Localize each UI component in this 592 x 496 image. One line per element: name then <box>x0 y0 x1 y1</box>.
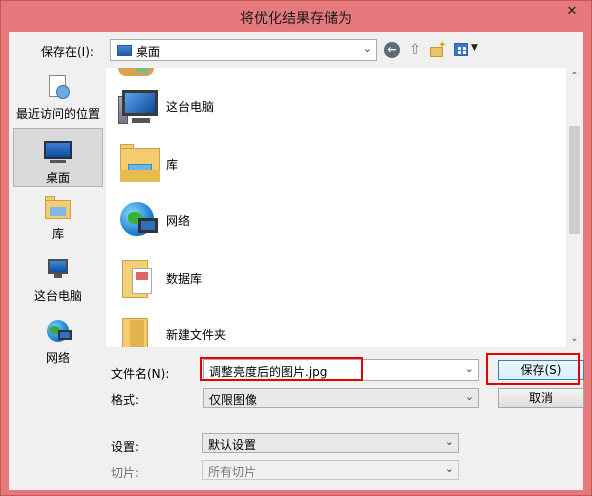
caret-down-icon: ▼ <box>471 43 478 53</box>
libraries-icon <box>116 144 164 188</box>
desktop-icon <box>42 138 74 166</box>
places-bar: 最近访问的位置 桌面 库 这台电脑 网络 <box>13 68 103 365</box>
desktop-icon <box>117 45 132 56</box>
this-pc-icon <box>116 86 164 130</box>
view-menu-icon[interactable]: ▼ <box>454 42 480 58</box>
place-label: 网络 <box>45 351 70 365</box>
list-item-name: 数据库 <box>166 272 203 286</box>
place-desktop[interactable]: 桌面 <box>13 128 103 187</box>
chevron-down-icon: ⌄ <box>444 462 454 475</box>
slices-value: 所有切片 <box>208 465 257 479</box>
chevron-down-icon: ⌄ <box>464 390 474 403</box>
place-label: 最近访问的位置 <box>15 107 100 121</box>
back-icon[interactable]: ← <box>384 42 400 58</box>
slices-dropdown: 所有切片 ⌄ <box>202 460 459 480</box>
new-folder-icon[interactable]: ✦ <box>429 40 447 58</box>
scrollbar-thumb[interactable] <box>569 126 580 234</box>
list-item[interactable]: 这台电脑 <box>106 80 546 134</box>
recent-locations-icon <box>42 74 74 102</box>
dialog-client-area: 保存在(I): 桌面 ⌄ ← ⇧ ✦ ▼ 最近访问的位置 桌面 库 这台电脑 网… <box>9 32 584 490</box>
folder-icon <box>116 258 164 302</box>
chevron-down-icon[interactable]: ⌄ <box>465 362 474 375</box>
place-label: 这台电脑 <box>33 289 82 303</box>
place-libraries[interactable]: 库 <box>13 194 103 248</box>
window-title: 将优化结果存储为 <box>240 11 352 27</box>
scroll-down-icon[interactable]: ⌄ <box>566 330 583 347</box>
file-list[interactable]: 这台电脑 库 网络 数据库 新建文件夹 <box>106 68 566 347</box>
place-label: 库 <box>51 227 64 241</box>
settings-label: 设置: <box>111 440 140 454</box>
save-button[interactable]: 保存(S) <box>498 360 584 380</box>
save-dialog-window: 将优化结果存储为 ✕ 保存在(I): 桌面 ⌄ ← ⇧ ✦ ▼ 最近访问的位置 <box>0 0 592 496</box>
network-icon <box>116 200 164 244</box>
place-label: 桌面 <box>45 171 70 185</box>
filename-input[interactable]: 调整亮度后的图片.jpg ⌄ <box>203 359 479 381</box>
cancel-button[interactable]: 取消 <box>498 388 584 408</box>
title-bar[interactable]: 将优化结果存储为 ✕ <box>1 1 591 32</box>
list-item[interactable]: 库 <box>106 138 546 192</box>
slices-label: 切片: <box>111 466 140 480</box>
place-recent-locations[interactable]: 最近访问的位置 <box>13 74 103 128</box>
list-item[interactable]: 网络 <box>106 194 546 248</box>
list-item-name: 库 <box>166 158 179 172</box>
save-in-value: 桌面 <box>136 45 161 59</box>
settings-value: 默认设置 <box>208 438 257 452</box>
place-this-pc[interactable]: 这台电脑 <box>13 256 103 310</box>
filename-value: 调整亮度后的图片.jpg <box>209 365 328 379</box>
this-pc-icon <box>42 256 74 284</box>
filename-label: 文件名(N): <box>111 367 170 381</box>
vertical-scrollbar[interactable]: ⌃ ⌄ <box>566 68 583 347</box>
list-item[interactable]: 数据库 <box>106 252 546 306</box>
format-label: 格式: <box>111 393 140 407</box>
scroll-up-icon[interactable]: ⌃ <box>566 68 583 85</box>
network-icon <box>42 318 74 346</box>
folder-icon <box>116 314 164 347</box>
list-item-name: 网络 <box>166 214 191 228</box>
list-item[interactable]: 新建文件夹 <box>106 308 546 347</box>
up-folder-icon[interactable]: ⇧ <box>407 42 423 58</box>
sparkle-shape: ✦ <box>438 40 447 51</box>
save-in-label: 保存在(I): <box>41 45 94 59</box>
format-value: 仅限图像 <box>209 393 258 407</box>
place-network[interactable]: 网络 <box>13 318 103 365</box>
close-button[interactable]: ✕ <box>559 2 585 22</box>
format-dropdown[interactable]: 仅限图像 ⌄ <box>203 388 479 408</box>
list-item-name: 这台电脑 <box>166 100 215 114</box>
list-item-name: 新建文件夹 <box>166 328 227 342</box>
chevron-down-icon: ⌄ <box>362 42 372 55</box>
save-in-dropdown[interactable]: 桌面 ⌄ <box>110 39 377 61</box>
settings-dropdown[interactable]: 默认设置 ⌄ <box>202 433 459 453</box>
libraries-icon <box>42 194 74 222</box>
grid-view-shape <box>454 43 468 56</box>
chevron-down-icon: ⌄ <box>444 435 454 448</box>
